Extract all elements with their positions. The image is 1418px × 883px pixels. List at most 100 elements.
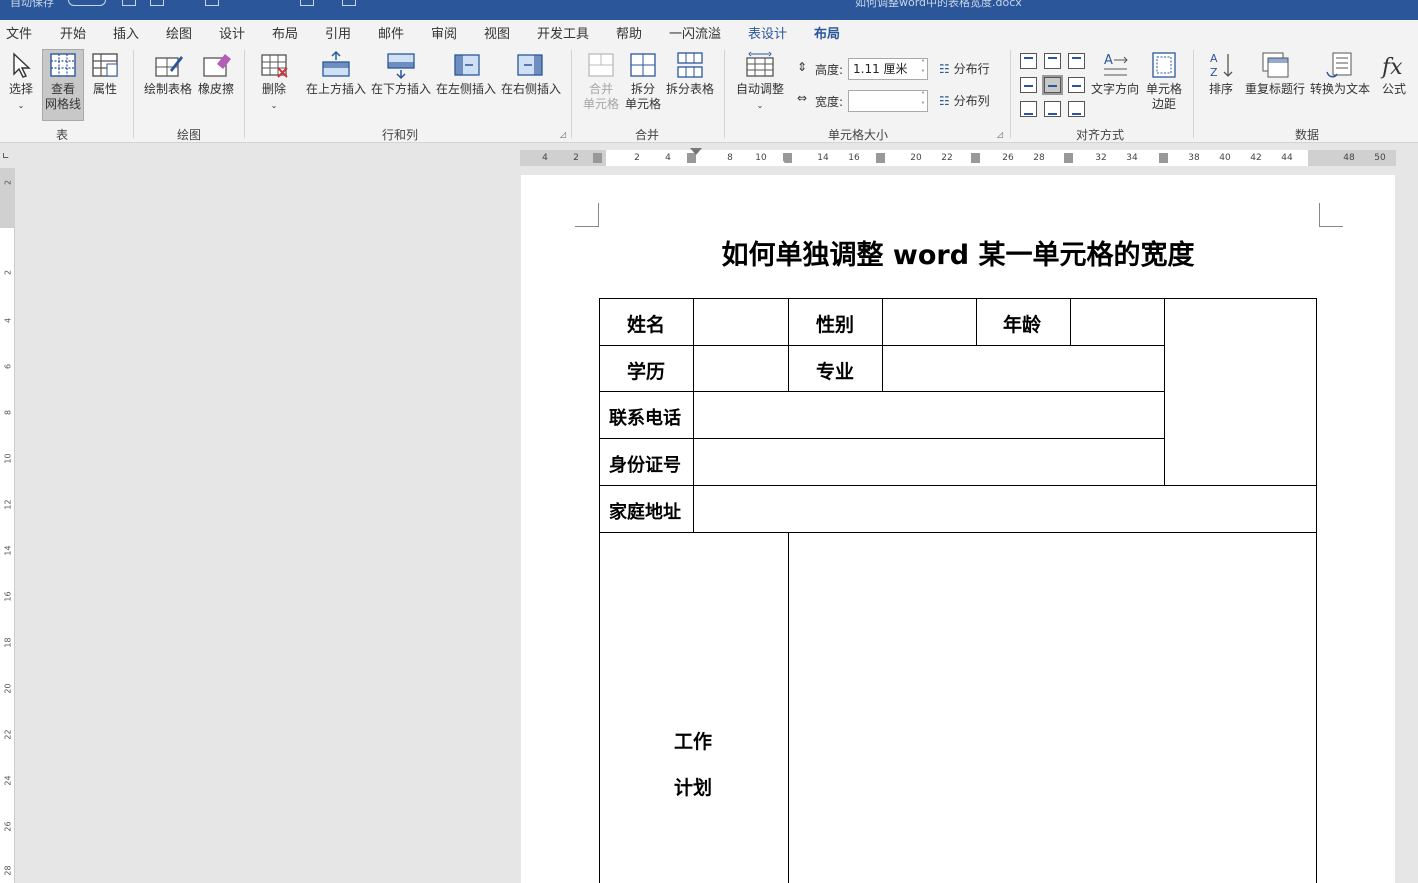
touch-mode-icon[interactable]	[342, 0, 356, 6]
right-indent-icon[interactable]	[775, 158, 787, 166]
properties-button[interactable]: 属性	[88, 50, 122, 97]
table-cell[interactable]	[693, 485, 1317, 533]
table-cell[interactable]	[693, 345, 789, 392]
column-marker[interactable]	[1064, 153, 1073, 163]
align-bottom-right-icon[interactable]	[1068, 101, 1085, 117]
properties-label: 属性	[92, 82, 117, 96]
column-marker[interactable]	[1159, 153, 1168, 163]
column-marker[interactable]	[971, 153, 980, 163]
tab-references[interactable]: 引用	[325, 23, 351, 42]
split-cells-button[interactable]: 拆分 单元格	[624, 50, 662, 112]
separator	[1193, 50, 1194, 138]
separator	[724, 50, 725, 138]
height-input[interactable]: 1.11 厘米 ˄ ˅	[848, 58, 928, 80]
autosave-toggle[interactable]	[68, 0, 106, 6]
table-cell[interactable]	[693, 298, 789, 346]
table-cell[interactable]	[599, 532, 789, 883]
print-icon[interactable]	[150, 0, 164, 6]
sort-button[interactable]: AZ 排序	[1202, 50, 1240, 97]
tab-file[interactable]: 文件	[6, 23, 32, 42]
undo-icon[interactable]	[122, 0, 136, 6]
dialog-launcher-icon[interactable]: ◿	[997, 130, 1003, 139]
tab-table-design[interactable]: 表设计	[748, 23, 787, 42]
text-direction-label: 文字方向	[1090, 82, 1139, 96]
document-heading[interactable]: 如何单独调整 word 某一单元格的宽度	[521, 233, 1395, 272]
distribute-cols-button[interactable]: ☷ 分布列	[939, 92, 990, 109]
tab-insert[interactable]: 插入	[113, 23, 139, 42]
tab-design[interactable]: 设计	[219, 23, 245, 42]
select-button[interactable]: 选择 ⌄	[4, 50, 38, 113]
align-middle-right-icon[interactable]	[1068, 77, 1085, 93]
tab-addin[interactable]: 一闪流溢	[669, 23, 721, 42]
spinner-arrows[interactable]: ˄ ˅	[921, 59, 925, 79]
split-table-button[interactable]: 拆分表格	[665, 50, 715, 97]
autofit-button[interactable]: 自动调整 ⌄	[734, 50, 786, 113]
tab-draw[interactable]: 绘图	[166, 23, 192, 42]
split-label-2: 单元格	[624, 97, 661, 111]
ruler-number: 14	[3, 545, 13, 556]
tab-table-layout[interactable]: 布局	[814, 23, 841, 46]
distribute-cols-label: 分布列	[953, 94, 990, 108]
separator	[571, 50, 572, 138]
text-direction-button[interactable]: A 文字方向	[1090, 50, 1140, 97]
autosave-label: 自动保存	[10, 0, 54, 9]
horizontal-ruler[interactable]: 4 2 2 4 8 10 14 16 20 22 26 28 32 34 38 …	[520, 148, 1396, 166]
formula-label: 公式	[1381, 82, 1406, 96]
merge-cells-button[interactable]: 合并 单元格	[582, 50, 620, 112]
ruler-number: 16	[848, 153, 860, 163]
table-cell[interactable]	[693, 438, 1165, 486]
table-cell[interactable]	[882, 298, 977, 346]
align-middle-left-icon[interactable]	[1020, 77, 1037, 93]
convert-to-text-button[interactable]: 转换为文本	[1309, 50, 1371, 97]
photo-cell[interactable]	[1164, 298, 1317, 486]
formula-button[interactable]: fx 公式	[1378, 50, 1410, 97]
table-cell[interactable]	[693, 391, 1165, 439]
tab-layout[interactable]: 布局	[272, 23, 298, 42]
vertical-ruler[interactable]: 2 2 4 6 8 10 12 14 16 18 20 22 24 26 28	[0, 168, 15, 883]
column-marker[interactable]	[876, 153, 885, 163]
align-top-left-icon[interactable]	[1020, 53, 1037, 69]
delete-button[interactable]: 删除 ⌄	[256, 50, 292, 113]
document-page[interactable]: 如何单独调整 word 某一单元格的宽度 姓名 性别 年龄 学历 专业 联系电话…	[521, 175, 1395, 883]
text-direction-icon: A	[1100, 50, 1130, 80]
spinner-arrows[interactable]: ˄ ˅	[921, 91, 925, 111]
table-cell[interactable]	[1070, 298, 1165, 346]
tab-developer[interactable]: 开发工具	[537, 23, 589, 42]
align-top-right-icon[interactable]	[1068, 53, 1085, 69]
view-gridlines-button[interactable]: 查看 网格线	[42, 49, 84, 121]
width-input[interactable]: ˄ ˅	[848, 90, 928, 112]
insert-below-button[interactable]: 在下方插入	[370, 50, 432, 97]
tab-home[interactable]: 开始	[60, 23, 86, 42]
insert-right-button[interactable]: 在右侧插入	[500, 50, 562, 97]
table-cell[interactable]	[788, 532, 1317, 883]
align-middle-center-icon[interactable]	[1042, 75, 1063, 95]
cell-label-plan-1: 工作	[674, 731, 713, 753]
save-icon[interactable]	[205, 0, 219, 6]
align-bottom-center-icon[interactable]	[1044, 101, 1061, 117]
tab-review[interactable]: 审阅	[431, 23, 457, 42]
distribute-rows-button[interactable]: ☷ 分布行	[939, 60, 990, 77]
eraser-button[interactable]: 橡皮擦	[196, 50, 236, 97]
column-marker[interactable]	[593, 153, 602, 163]
cell-margins-button[interactable]: 单元格 边距	[1143, 50, 1185, 112]
table-cell[interactable]	[882, 345, 1165, 392]
insert-left-button[interactable]: 在左侧插入	[435, 50, 497, 97]
tab-view[interactable]: 视图	[484, 23, 510, 42]
repeat-header-button[interactable]: 重复标题行	[1244, 50, 1306, 97]
align-bottom-left-icon[interactable]	[1020, 101, 1037, 117]
tab-selector-icon[interactable]: ∟	[2, 152, 13, 163]
ribbon: 选择 ⌄ 查看 网格线 属性 绘制表格 橡皮擦 删除 ⌄ 在上方插入 在下方插入 在左…	[0, 44, 1418, 143]
dialog-launcher-icon[interactable]: ◿	[560, 130, 566, 139]
eraser-label: 橡皮擦	[197, 82, 234, 96]
cell-label-gender: 性别	[816, 314, 855, 336]
first-line-indent-icon[interactable]	[690, 148, 702, 155]
cell-label-phone: 联系电话	[609, 408, 681, 429]
tab-mailings[interactable]: 邮件	[378, 23, 404, 42]
align-top-center-icon[interactable]	[1044, 53, 1061, 69]
ruler-number: 14	[817, 153, 829, 163]
draw-table-button[interactable]: 绘制表格	[142, 50, 194, 97]
customize-icon[interactable]	[300, 0, 314, 6]
insert-above-button[interactable]: 在上方插入	[305, 50, 367, 97]
autofit-icon	[745, 50, 775, 80]
tab-help[interactable]: 帮助	[616, 23, 642, 42]
